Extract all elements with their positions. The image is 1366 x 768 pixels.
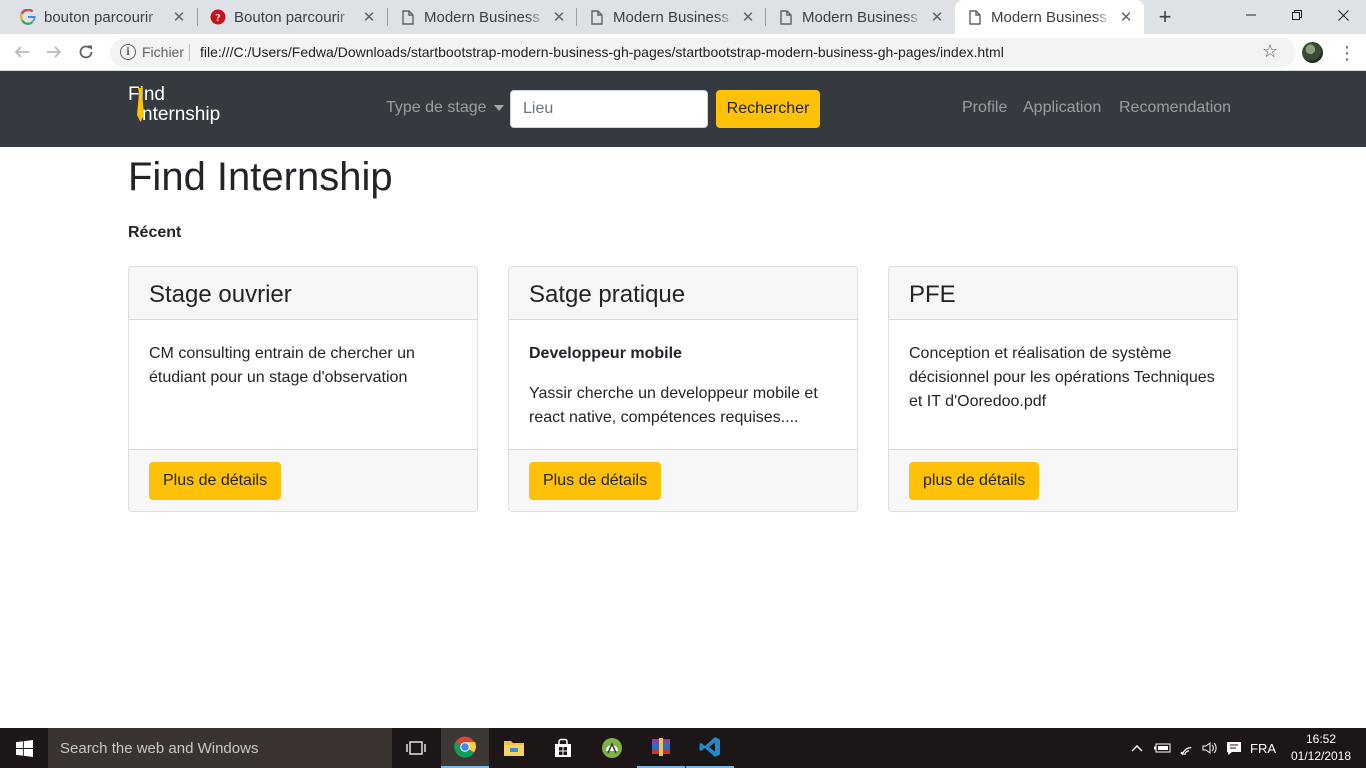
- tab-title: Bouton parcourir: [234, 8, 345, 26]
- card-footer: plus de détails: [889, 449, 1237, 511]
- page-icon: [967, 9, 983, 25]
- browser-tab[interactable]: ? Bouton parcourir ✕: [198, 0, 387, 34]
- card-body: CM consulting entrain de chercher un étu…: [129, 320, 477, 449]
- nav-link-profile[interactable]: Profile: [962, 99, 1007, 117]
- dropdown-label: Type de stage: [386, 99, 487, 116]
- minimize-icon[interactable]: [1228, 0, 1274, 30]
- caret-down-icon: [493, 105, 504, 111]
- nav-link-recomendation[interactable]: Recomendation: [1119, 99, 1231, 117]
- store-icon[interactable]: [539, 728, 587, 768]
- details-button[interactable]: plus de détails: [909, 462, 1040, 500]
- address-url[interactable]: file:///C:/Users/Fedwa/Downloads/startbo…: [200, 44, 1004, 60]
- bookmark-star-icon[interactable]: ☆: [1262, 41, 1278, 62]
- taskbar-search-placeholder: Search the web and Windows: [60, 739, 259, 757]
- tie-icon: [137, 88, 144, 122]
- tab-title: Modern Business: [613, 8, 729, 26]
- section-label: Récent: [128, 224, 182, 241]
- windows-taskbar: Search the web and Windows FRA 16:52 01/…: [0, 728, 1366, 768]
- vscode-icon[interactable]: [686, 728, 734, 768]
- winrar-icon[interactable]: [637, 728, 685, 768]
- location-search-input[interactable]: [510, 90, 708, 128]
- page-title: Find Internship: [128, 155, 393, 199]
- file-explorer-icon[interactable]: [490, 728, 538, 768]
- card-footer: Plus de détails: [129, 449, 477, 511]
- menu-kebab-icon[interactable]: ⋮: [1338, 41, 1356, 65]
- battery-icon[interactable]: [1151, 728, 1173, 768]
- quora-icon: ?: [210, 9, 226, 25]
- brand-text-line2: nternship: [142, 104, 221, 125]
- volume-icon[interactable]: [1200, 728, 1220, 768]
- tab-close-icon[interactable]: ✕: [361, 9, 377, 26]
- address-scheme-label: Fichier: [142, 44, 185, 60]
- forward-arrow-icon[interactable]: [42, 40, 66, 64]
- google-icon: [20, 9, 36, 25]
- browser-tab-active[interactable]: Modern Business ✕: [955, 0, 1144, 34]
- card-footer: Plus de détails: [509, 449, 857, 511]
- card-header: PFE: [889, 267, 1237, 320]
- task-view-icon[interactable]: [392, 728, 440, 768]
- window-close-icon[interactable]: [1320, 0, 1366, 30]
- card-text: Yassir cherche un developpeur mobile et …: [529, 385, 818, 426]
- address-divider: [189, 44, 190, 61]
- card-body: Conception et réalisation de système déc…: [889, 320, 1237, 449]
- internship-card: Satge pratique Developpeur mobile Yassir…: [508, 266, 858, 512]
- taskbar-search-box[interactable]: Search the web and Windows: [48, 728, 392, 768]
- taskbar-clock[interactable]: 16:52 01/12/2018: [1284, 731, 1358, 765]
- browser-tab[interactable]: Modern Business ✕: [577, 0, 766, 34]
- brand-text-line1: Find: [128, 84, 165, 105]
- android-studio-icon[interactable]: [588, 728, 636, 768]
- windows-start-icon[interactable]: [0, 728, 48, 768]
- tab-close-icon[interactable]: ✕: [740, 9, 756, 26]
- address-bar[interactable]: i Fichier file:///C:/Users/Fedwa/Downloa…: [110, 38, 1296, 67]
- language-indicator[interactable]: FRA: [1248, 728, 1278, 768]
- action-center-icon[interactable]: [1223, 728, 1245, 768]
- details-button[interactable]: Plus de détails: [529, 462, 662, 500]
- new-tab-plus-icon[interactable]: +: [1153, 4, 1177, 29]
- browser-tab[interactable]: Modern Business ✕: [766, 0, 955, 34]
- search-button[interactable]: Rechercher: [716, 90, 820, 128]
- svg-text:?: ?: [215, 12, 221, 24]
- card-text: CM consulting entrain de chercher un étu…: [149, 345, 415, 386]
- chevron-up-icon[interactable]: [1128, 728, 1146, 768]
- tab-close-icon[interactable]: ✕: [929, 9, 945, 26]
- internship-card: PFE Conception et réalisation de système…: [888, 266, 1238, 512]
- internship-card: Stage ouvrier CM consulting entrain de c…: [128, 266, 478, 512]
- brand-logo[interactable]: Find nternship: [128, 85, 238, 129]
- page-icon: [778, 9, 794, 25]
- info-icon[interactable]: i: [120, 44, 136, 60]
- card-body: Developpeur mobile Yassir cherche un dev…: [509, 320, 857, 449]
- type-de-stage-dropdown[interactable]: Type de stage: [386, 99, 504, 117]
- browser-tab[interactable]: bouton parcourir ✕: [8, 0, 197, 34]
- browser-tab-strip: bouton parcourir ✕ ? Bouton parcourir ✕ …: [0, 0, 1366, 34]
- restore-icon[interactable]: [1274, 0, 1320, 30]
- tab-title: Modern Business: [424, 8, 540, 26]
- back-arrow-icon[interactable]: [10, 40, 34, 64]
- tab-title: Modern Business: [802, 8, 918, 26]
- tab-title: Modern Business: [991, 8, 1107, 26]
- card-header: Satge pratique: [509, 267, 857, 320]
- card-header: Stage ouvrier: [129, 267, 477, 320]
- tab-title: bouton parcourir: [44, 8, 154, 26]
- clock-date: 01/12/2018: [1290, 749, 1352, 763]
- clock-time: 16:52: [1305, 732, 1337, 746]
- tab-close-icon[interactable]: ✕: [171, 9, 187, 26]
- tab-close-icon[interactable]: ✕: [551, 9, 567, 26]
- wifi-icon[interactable]: [1176, 728, 1198, 768]
- page-icon: [589, 9, 605, 25]
- site-navbar: Find nternship Type de stage Rechercher …: [0, 71, 1366, 147]
- profile-avatar[interactable]: [1302, 42, 1323, 63]
- card-subtitle: Developpeur mobile: [529, 345, 682, 362]
- reload-icon[interactable]: [74, 40, 98, 64]
- chrome-icon[interactable]: [441, 728, 489, 768]
- tab-close-icon[interactable]: ✕: [1118, 9, 1134, 26]
- browser-toolbar: i Fichier file:///C:/Users/Fedwa/Downloa…: [0, 34, 1366, 71]
- browser-tab[interactable]: Modern Business ✕: [388, 0, 577, 34]
- card-text: Conception et réalisation de système déc…: [909, 345, 1215, 410]
- nav-link-application[interactable]: Application: [1023, 99, 1101, 117]
- page-icon: [400, 9, 416, 25]
- details-button[interactable]: Plus de détails: [149, 462, 282, 500]
